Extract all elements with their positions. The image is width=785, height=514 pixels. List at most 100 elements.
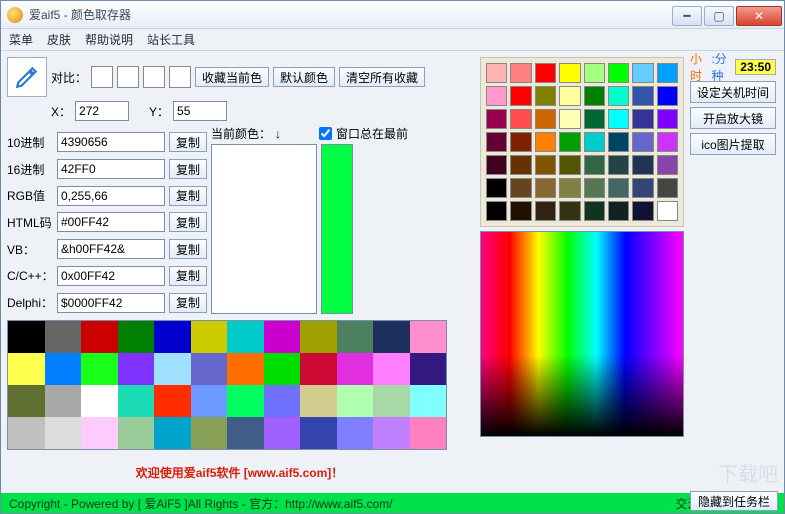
menu-item[interactable]: 皮肤 <box>47 31 71 48</box>
favorite-swatch[interactable] <box>373 417 410 449</box>
favorite-swatch[interactable] <box>8 417 45 449</box>
y-input[interactable] <box>173 101 227 121</box>
delphi-input[interactable] <box>57 293 165 313</box>
favorite-swatch[interactable] <box>410 417 447 449</box>
palette-swatch[interactable] <box>584 178 605 198</box>
favorite-swatch[interactable] <box>410 385 447 417</box>
compare-swatch[interactable] <box>117 66 139 88</box>
palette-swatch[interactable] <box>486 178 507 198</box>
palette-swatch[interactable] <box>510 132 531 152</box>
clear-favorites-button[interactable]: 清空所有收藏 <box>339 67 425 87</box>
palette-swatch[interactable] <box>559 86 580 106</box>
favorite-swatch[interactable] <box>373 353 410 385</box>
palette-swatch[interactable] <box>608 109 629 129</box>
palette-swatch[interactable] <box>632 63 653 83</box>
palette-swatch[interactable] <box>584 63 605 83</box>
palette-swatch[interactable] <box>559 178 580 198</box>
palette-swatch[interactable] <box>510 86 531 106</box>
palette-swatch[interactable] <box>559 132 580 152</box>
favorite-swatch[interactable] <box>191 385 228 417</box>
favorite-swatch[interactable] <box>8 385 45 417</box>
palette-swatch[interactable] <box>632 109 653 129</box>
copy-button[interactable]: 复制 <box>169 132 207 152</box>
favorite-swatch[interactable] <box>373 385 410 417</box>
menu-item[interactable]: 帮助说明 <box>85 31 133 48</box>
favorite-swatch[interactable] <box>118 417 155 449</box>
compare-swatch[interactable] <box>169 66 191 88</box>
favorite-swatch[interactable] <box>154 385 191 417</box>
minimize-button[interactable]: ━ <box>672 6 702 26</box>
palette-swatch[interactable] <box>632 86 653 106</box>
palette-swatch[interactable] <box>559 63 580 83</box>
cc-input[interactable] <box>57 266 165 286</box>
close-button[interactable]: ✕ <box>736 6 782 26</box>
favorite-swatch[interactable] <box>300 417 337 449</box>
palette-swatch[interactable] <box>510 155 531 175</box>
palette-swatch[interactable] <box>632 155 653 175</box>
favorite-current-button[interactable]: 收藏当前色 <box>195 67 269 87</box>
menu-item[interactable]: 菜单 <box>9 31 33 48</box>
palette-swatch[interactable] <box>632 132 653 152</box>
gradient-picker[interactable] <box>480 231 684 437</box>
palette-swatch[interactable] <box>608 201 629 221</box>
ico-extract-button[interactable]: ico图片提取 <box>690 133 776 155</box>
dec-input[interactable] <box>57 132 165 152</box>
standard-palette[interactable] <box>480 57 684 227</box>
palette-swatch[interactable] <box>657 63 678 83</box>
palette-swatch[interactable] <box>510 178 531 198</box>
favorite-swatch[interactable] <box>45 385 82 417</box>
favorite-swatch[interactable] <box>154 417 191 449</box>
palette-swatch[interactable] <box>584 109 605 129</box>
copy-button[interactable]: 复制 <box>169 266 207 286</box>
html-input[interactable] <box>57 212 165 232</box>
palette-swatch[interactable] <box>608 86 629 106</box>
favorite-swatch[interactable] <box>191 321 228 353</box>
favorite-swatch[interactable] <box>410 353 447 385</box>
palette-swatch[interactable] <box>559 155 580 175</box>
favorite-swatch[interactable] <box>410 321 447 353</box>
compare-swatch[interactable] <box>91 66 113 88</box>
favorite-palette[interactable] <box>7 320 447 450</box>
palette-swatch[interactable] <box>608 63 629 83</box>
favorite-swatch[interactable] <box>264 321 301 353</box>
palette-swatch[interactable] <box>535 86 556 106</box>
copy-button[interactable]: 复制 <box>169 159 207 179</box>
palette-swatch[interactable] <box>584 86 605 106</box>
hide-to-tray-button[interactable]: 隐藏到任务栏 <box>690 491 778 511</box>
favorite-swatch[interactable] <box>154 353 191 385</box>
palette-swatch[interactable] <box>535 155 556 175</box>
palette-swatch[interactable] <box>559 201 580 221</box>
magnifier-button[interactable]: 开启放大镜 <box>690 107 776 129</box>
favorite-swatch[interactable] <box>300 353 337 385</box>
favorite-swatch[interactable] <box>227 353 264 385</box>
palette-swatch[interactable] <box>510 63 531 83</box>
palette-swatch[interactable] <box>657 201 678 221</box>
palette-swatch[interactable] <box>486 155 507 175</box>
favorite-swatch[interactable] <box>227 385 264 417</box>
palette-swatch[interactable] <box>486 201 507 221</box>
favorite-swatch[interactable] <box>337 321 374 353</box>
palette-swatch[interactable] <box>486 63 507 83</box>
favorite-swatch[interactable] <box>264 385 301 417</box>
palette-swatch[interactable] <box>486 109 507 129</box>
palette-swatch[interactable] <box>632 178 653 198</box>
palette-swatch[interactable] <box>535 178 556 198</box>
x-input[interactable] <box>75 101 129 121</box>
compare-swatch[interactable] <box>143 66 165 88</box>
favorite-swatch[interactable] <box>8 321 45 353</box>
palette-swatch[interactable] <box>584 201 605 221</box>
palette-swatch[interactable] <box>510 109 531 129</box>
favorite-swatch[interactable] <box>45 321 82 353</box>
favorite-swatch[interactable] <box>300 321 337 353</box>
always-on-top-checkbox[interactable] <box>319 127 332 140</box>
palette-swatch[interactable] <box>486 132 507 152</box>
favorite-swatch[interactable] <box>81 385 118 417</box>
favorite-swatch[interactable] <box>227 417 264 449</box>
palette-swatch[interactable] <box>608 155 629 175</box>
favorite-swatch[interactable] <box>264 417 301 449</box>
palette-swatch[interactable] <box>657 109 678 129</box>
favorite-swatch[interactable] <box>373 321 410 353</box>
copy-button[interactable]: 复制 <box>169 186 207 206</box>
palette-swatch[interactable] <box>608 132 629 152</box>
favorite-swatch[interactable] <box>337 353 374 385</box>
